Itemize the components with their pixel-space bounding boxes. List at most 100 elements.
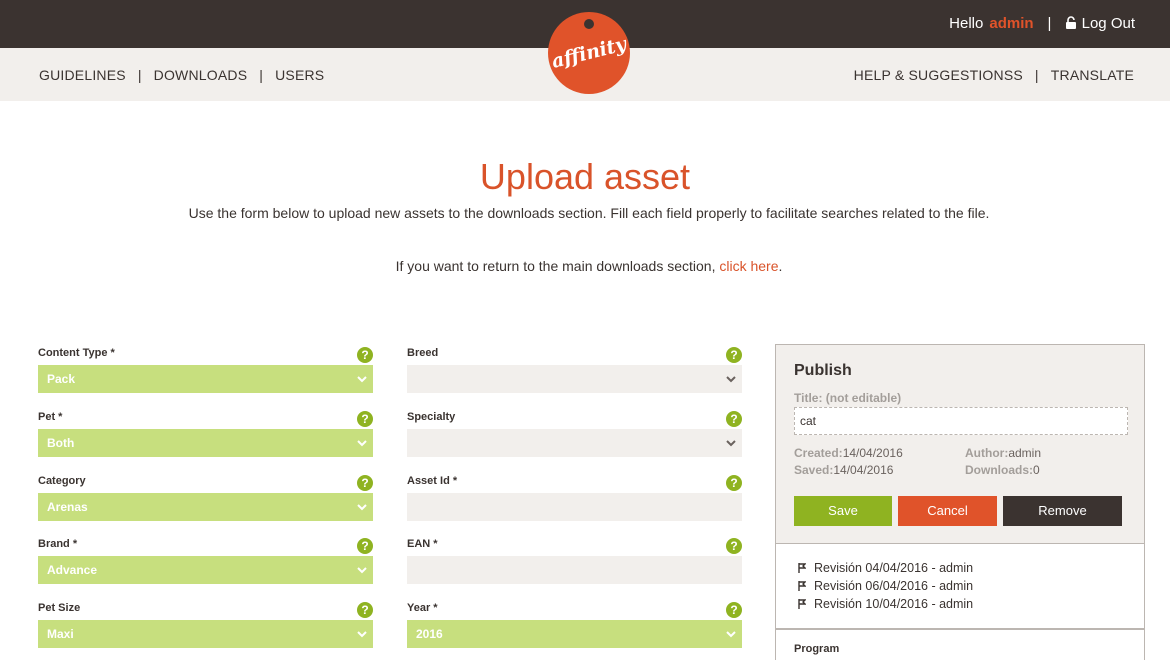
brand-select[interactable]: Advance (38, 556, 373, 584)
affinity-logo[interactable]: affinity (548, 12, 630, 94)
nav-left: GUIDELINES | DOWNLOADS | USERS (39, 67, 324, 83)
logo-text: affinity (549, 33, 629, 73)
revision-label: Revisión 06/04/2016 - admin (814, 579, 974, 593)
author-value: admin (1008, 446, 1042, 460)
help-icon[interactable]: ? (726, 475, 742, 491)
author-label: Author: (965, 446, 1009, 460)
created-label: Created: (794, 446, 843, 460)
saved-meta: Saved:14/04/2016 (794, 463, 893, 477)
help-icon[interactable]: ? (357, 347, 373, 363)
pet-select[interactable]: Both (38, 429, 373, 457)
help-icon[interactable]: ? (726, 347, 742, 363)
title-field: cat (794, 407, 1128, 435)
page-title: Upload asset (479, 156, 691, 197)
downloads-meta: Downloads:0 (965, 463, 1040, 477)
return-suffix: . (778, 258, 783, 274)
chevron-down-icon (357, 504, 367, 511)
help-icon[interactable]: ? (357, 602, 373, 618)
content-type-select[interactable]: Pack (38, 365, 373, 393)
pet-value: Both (47, 436, 75, 450)
brand-label: Brand * (38, 538, 78, 550)
nav-downloads[interactable]: DOWNLOADS (154, 67, 248, 83)
nav-translate[interactable]: TRANSLATE (1051, 67, 1134, 83)
category-label: Category (38, 475, 86, 487)
click-here-link[interactable]: click here (719, 258, 778, 274)
created-value: 14/04/2016 (842, 446, 903, 460)
user-area: Hello admin | Log Out (949, 15, 1135, 32)
brand-value: Advance (47, 563, 98, 577)
asset-id-label: Asset Id * (407, 475, 458, 487)
chevron-down-icon (357, 440, 367, 447)
help-icon[interactable]: ? (357, 538, 373, 554)
return-text: If you want to return to the main downlo… (0, 258, 1170, 274)
nav-right: HELP & SUGGESTIONSS | TRANSLATE (854, 67, 1134, 83)
pet-size-select[interactable]: Maxi (38, 620, 373, 648)
cancel-button[interactable]: Cancel (898, 496, 997, 526)
year-select[interactable]: 2016 (407, 620, 742, 648)
publish-panel: Publish Title: (not editable) cat Create… (775, 344, 1145, 544)
specialty-label: Specialty (407, 411, 456, 423)
program-section: Program (775, 629, 1145, 660)
revision-flag-icon (798, 599, 806, 609)
asset-id-input[interactable] (407, 493, 742, 521)
publish-heading: Publish (794, 362, 852, 379)
help-icon[interactable]: ? (357, 411, 373, 427)
program-label: Program (794, 643, 840, 655)
breed-label: Breed (407, 347, 439, 359)
pet-size-value: Maxi (47, 627, 74, 641)
saved-label: Saved: (794, 463, 834, 477)
nav-help-suggestions[interactable]: HELP & SUGGESTIONSS (854, 67, 1023, 83)
logout-link[interactable]: Log Out (1065, 15, 1135, 32)
help-icon[interactable]: ? (357, 475, 373, 491)
pet-label: Pet * (38, 411, 63, 423)
nav-separator: | (1034, 67, 1039, 83)
help-icon[interactable]: ? (726, 538, 742, 554)
revision-item[interactable]: Revisión 06/04/2016 - admin (798, 579, 973, 593)
revision-label: Revisión 10/04/2016 - admin (814, 597, 974, 611)
title-label: Title: (not editable) (794, 391, 902, 405)
year-value: 2016 (416, 627, 443, 641)
revision-flag-icon (798, 581, 806, 591)
help-icon[interactable]: ? (726, 411, 742, 427)
downloads-label: Downloads: (965, 463, 1033, 477)
pet-size-label: Pet Size (38, 602, 81, 614)
chevron-down-icon (726, 440, 736, 447)
category-select[interactable]: Arenas (38, 493, 373, 521)
author-meta: Author:admin (965, 446, 1041, 460)
chevron-down-icon (357, 567, 367, 574)
save-button[interactable]: Save (794, 496, 892, 526)
revision-flag-icon (798, 563, 806, 573)
return-prefix: If you want to return to the main downlo… (395, 258, 720, 274)
breed-select[interactable] (407, 365, 742, 393)
nav-separator: | (259, 67, 264, 83)
chevron-down-icon (726, 631, 736, 638)
user-separator: | (1047, 15, 1052, 32)
ean-input[interactable] (407, 556, 742, 584)
revision-item[interactable]: Revisión 10/04/2016 - admin (798, 597, 973, 611)
chevron-down-icon (357, 376, 367, 383)
revisions-list: Revisión 04/04/2016 - admin Revisión 06/… (775, 544, 1145, 629)
username: admin (989, 15, 1034, 32)
ean-label: EAN * (407, 538, 438, 550)
lock-icon (1066, 16, 1077, 29)
nav-separator: | (137, 67, 142, 83)
content-type-value: Pack (47, 372, 76, 386)
saved-value: 14/04/2016 (833, 463, 894, 477)
help-icon[interactable]: ? (726, 602, 742, 618)
created-meta: Created:14/04/2016 (794, 446, 903, 460)
logo-tag-hole (584, 19, 594, 29)
chevron-down-icon (726, 376, 736, 383)
page-subtitle: Use the form below to upload new assets … (188, 205, 990, 221)
revision-item[interactable]: Revisión 04/04/2016 - admin (798, 561, 973, 575)
revision-label: Revisión 04/04/2016 - admin (814, 561, 974, 575)
year-label: Year * (407, 602, 438, 614)
chevron-down-icon (357, 631, 367, 638)
category-value: Arenas (47, 500, 88, 514)
specialty-select[interactable] (407, 429, 742, 457)
remove-button[interactable]: Remove (1003, 496, 1122, 526)
content-type-label: Content Type * (38, 347, 115, 359)
greeting-text: Hello (949, 15, 984, 32)
nav-guidelines[interactable]: GUIDELINES (39, 67, 126, 83)
downloads-value: 0 (1033, 463, 1040, 477)
nav-users[interactable]: USERS (275, 67, 324, 83)
